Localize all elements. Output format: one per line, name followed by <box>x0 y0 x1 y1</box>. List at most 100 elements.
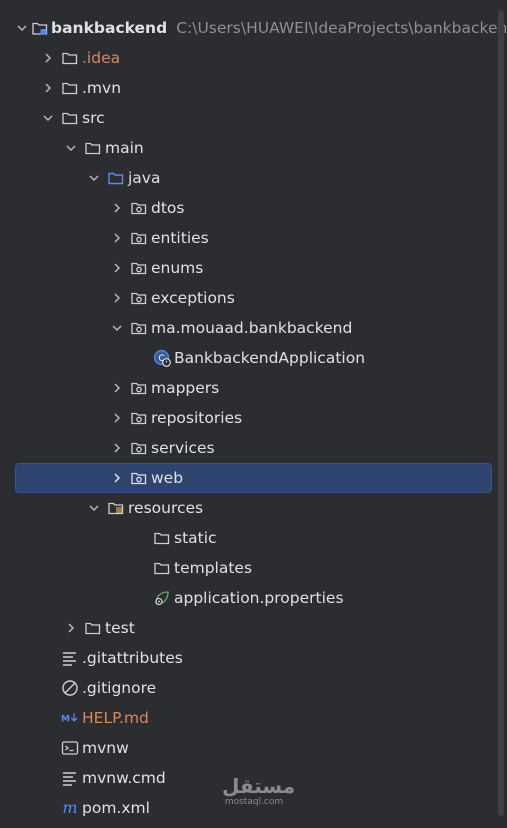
tree-row-repositories[interactable]: repositories <box>0 403 507 433</box>
package-icon <box>129 258 149 278</box>
tree-row-mvnw[interactable]: mvnw <box>0 733 507 763</box>
tree-row-gitattributes[interactable]: .gitattributes <box>0 643 507 673</box>
chevron-right-icon[interactable] <box>108 259 126 277</box>
tree-label: main <box>105 139 144 157</box>
chevron-down-icon[interactable] <box>85 499 103 517</box>
tree-label: BankbackendApplication <box>174 349 366 367</box>
chevron-right-icon[interactable] <box>108 229 126 247</box>
tree-row-mvn[interactable]: .mvn <box>0 73 507 103</box>
tree-label: pom.xml <box>82 799 150 817</box>
tree-row-enums[interactable]: enums <box>0 253 507 283</box>
project-path: C:\Users\HUAWEI\IdeaProjects\bankbackend <box>176 19 507 37</box>
text-file-icon <box>60 768 80 788</box>
shell-script-icon <box>60 738 80 758</box>
tree-row-help[interactable]: M HELP.md <box>0 703 507 733</box>
folder-icon <box>152 528 172 548</box>
vertical-scrollbar[interactable] <box>498 10 504 816</box>
chevron-right-icon[interactable] <box>39 79 57 97</box>
tree-label: HELP.md <box>82 709 149 727</box>
svg-text:M: M <box>61 714 70 724</box>
chevron-down-icon[interactable] <box>62 139 80 157</box>
source-root-folder-icon <box>106 168 126 188</box>
resources-folder-icon <box>106 498 126 518</box>
watermark-url: mostaql.com <box>224 797 284 807</box>
tree-label: entities <box>151 229 209 247</box>
tree-row-app-props[interactable]: application.properties <box>0 583 507 613</box>
markdown-icon: M <box>60 708 80 728</box>
tree-label: application.properties <box>174 589 344 607</box>
tree-row-src[interactable]: src <box>0 103 507 133</box>
package-icon <box>129 468 149 488</box>
tree-label: ma.mouaad.bankbackend <box>151 319 353 337</box>
package-icon <box>129 228 149 248</box>
tree-label: repositories <box>151 409 243 427</box>
tree-label: mvnw.cmd <box>82 769 166 787</box>
module-folder-icon <box>31 18 49 38</box>
chevron-down-icon[interactable] <box>16 19 28 37</box>
tree-row-java[interactable]: java <box>0 163 507 193</box>
watermark-text: مستقل <box>222 774 296 798</box>
tree-row-test[interactable]: test <box>0 613 507 643</box>
tree-label: .mvn <box>82 79 122 97</box>
chevron-right-icon[interactable] <box>108 289 126 307</box>
tree-label: templates <box>174 559 253 577</box>
folder-icon <box>83 138 103 158</box>
tree-row-idea[interactable]: .idea <box>0 43 507 73</box>
maven-icon: m <box>60 798 80 818</box>
tree-label: static <box>174 529 217 547</box>
watermark-logo: مستقل mostaql.com <box>222 774 296 808</box>
tree-label: enums <box>151 259 204 277</box>
chevron-right-icon[interactable] <box>108 379 126 397</box>
ignore-file-icon <box>60 678 80 698</box>
tree-row-resources[interactable]: resources <box>0 493 507 523</box>
chevron-right-icon[interactable] <box>108 409 126 427</box>
tree-row-main[interactable]: main <box>0 133 507 163</box>
tree-label: resources <box>128 499 204 517</box>
tree-label: src <box>82 109 105 127</box>
chevron-down-icon[interactable] <box>108 319 126 337</box>
tree-row-root[interactable]: bankbackend C:\Users\HUAWEI\IdeaProjects… <box>0 13 507 43</box>
folder-icon <box>152 558 172 578</box>
tree-row-dtos[interactable]: dtos <box>0 193 507 223</box>
folder-icon <box>60 108 80 128</box>
package-icon <box>129 438 149 458</box>
tree-row-gitignore[interactable]: .gitignore <box>0 673 507 703</box>
svg-text:m: m <box>62 799 77 817</box>
package-icon <box>129 318 149 338</box>
folder-icon <box>83 618 103 638</box>
tree-row-static[interactable]: static <box>0 523 507 553</box>
tree-row-web[interactable]: web <box>0 463 507 493</box>
tree-row-entities[interactable]: entities <box>0 223 507 253</box>
tree-row-services[interactable]: services <box>0 433 507 463</box>
chevron-right-icon[interactable] <box>108 199 126 217</box>
text-file-icon <box>60 648 80 668</box>
chevron-down-icon[interactable] <box>85 169 103 187</box>
chevron-right-icon[interactable] <box>39 49 57 67</box>
tree-label: test <box>105 619 135 637</box>
tree-label: .gitignore <box>82 679 157 697</box>
tree-label: .gitattributes <box>82 649 183 667</box>
project-tree: bankbackend C:\Users\HUAWEI\IdeaProjects… <box>0 13 507 823</box>
chevron-right-icon[interactable] <box>108 439 126 457</box>
package-icon <box>129 408 149 428</box>
chevron-right-icon[interactable] <box>108 469 126 487</box>
tree-row-mappers[interactable]: mappers <box>0 373 507 403</box>
tree-label: mappers <box>151 379 220 397</box>
tree-label: mvnw <box>82 739 129 757</box>
tree-row-package[interactable]: ma.mouaad.bankbackend <box>0 313 507 343</box>
spring-boot-class-icon: C <box>152 348 172 368</box>
tree-label: .idea <box>82 49 121 67</box>
tree-row-app-class[interactable]: C BankbackendApplication <box>0 343 507 373</box>
tree-label: services <box>151 439 215 457</box>
folder-icon <box>60 48 80 68</box>
tree-row-exceptions[interactable]: exceptions <box>0 283 507 313</box>
package-icon <box>129 198 149 218</box>
tree-label: dtos <box>151 199 185 217</box>
chevron-down-icon[interactable] <box>39 109 57 127</box>
chevron-right-icon[interactable] <box>62 619 80 637</box>
package-icon <box>129 288 149 308</box>
project-name: bankbackend <box>51 19 168 37</box>
tree-label: exceptions <box>151 289 235 307</box>
tree-row-templates[interactable]: templates <box>0 553 507 583</box>
package-icon <box>129 378 149 398</box>
